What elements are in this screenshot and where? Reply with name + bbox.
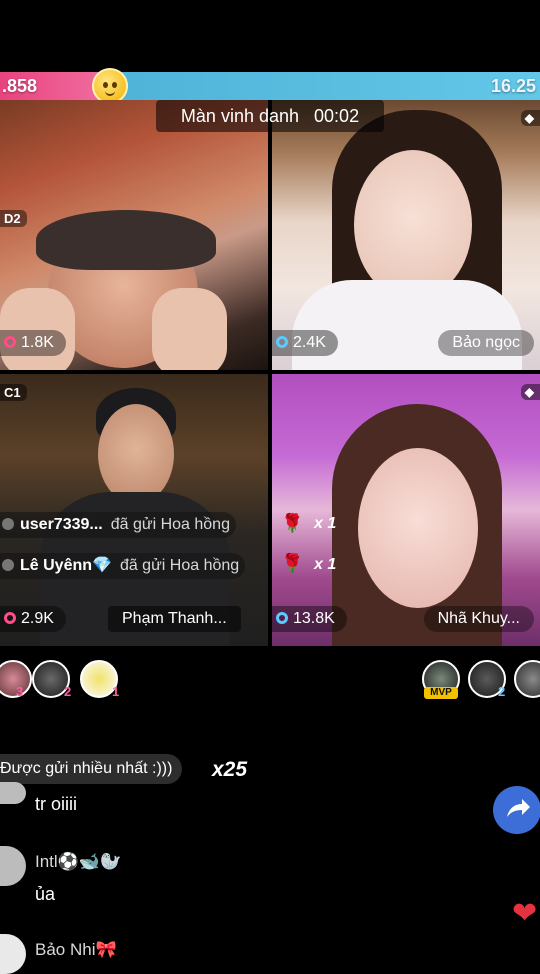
rose-icon: 🌹 (281, 513, 304, 533)
battle-score-bar: .858 16.25 (0, 68, 540, 104)
tile-viewer-count: 2.9K (0, 606, 66, 632)
top-gifter-avatar[interactable] (514, 660, 540, 698)
gift-count: x 1 (314, 556, 337, 573)
guest-face-4 (358, 448, 478, 608)
tile-viewer-count: 1.8K (0, 330, 66, 356)
eye-icon (276, 336, 288, 348)
top-gifter-rank: 2 (498, 684, 506, 699)
mvp-badge: MVP (424, 687, 458, 699)
pk-icon (4, 336, 16, 348)
tile-rank-badge: D2 (0, 210, 27, 227)
most-gifted-count: x25 (212, 758, 248, 781)
chat-avatar[interactable] (0, 846, 26, 886)
pk-icon (4, 612, 16, 624)
guest-name[interactable]: Phạm Thanh... (108, 606, 241, 632)
guest-name[interactable]: Bảo ngọc (438, 330, 534, 356)
guest-name[interactable]: Nhã Khuy... (423, 606, 534, 632)
guest-face-3 (98, 404, 174, 504)
guest-video-tile-1[interactable]: D2 1.8K (0, 100, 268, 370)
gift-notification: user7339... đã gửi Hoa hồng (0, 512, 236, 538)
face-emoji-icon (92, 68, 128, 104)
honor-banner: Màn vinh danh 00:02 (156, 100, 384, 132)
guest-video-tile-3[interactable]: C1 2.9K Phạm Thanh... (0, 374, 268, 646)
chat-message: tr oiiii (35, 794, 78, 814)
eye-icon (276, 612, 288, 624)
tile-rank-badge: C1 (0, 384, 27, 401)
share-button[interactable] (493, 786, 540, 834)
tile-rank-badge: ◆ (520, 384, 540, 400)
guest-hand-right-1 (152, 288, 227, 370)
share-arrow-icon (507, 799, 530, 817)
honor-banner-label: Màn vinh danh (180, 106, 300, 126)
guest-hair-1 (36, 210, 216, 270)
guest-video-tile-2[interactable]: ◆ 2.4K Bảo ngọc (272, 100, 540, 370)
rose-icon: 🌹 (281, 553, 304, 573)
top-gifter-rank: 1 (112, 684, 120, 699)
honor-timer: 00:02 (314, 106, 360, 126)
chat-username[interactable]: Intl⚽🐋🦭 (35, 852, 121, 872)
user-avatar-icon (2, 559, 14, 571)
gift-notification: Lê Uyênn💎 đã gửi Hoa hồng (0, 553, 246, 579)
heart-icon[interactable]: ❤ (512, 896, 537, 931)
chat-username[interactable]: Bảo Nhi🎀 (35, 940, 117, 960)
gift-count: x 1 (314, 515, 337, 532)
tile-viewer-count: 13.8K (272, 606, 347, 632)
tile-viewer-count: 2.4K (272, 330, 338, 356)
tile-rank-badge: ◆ (520, 110, 540, 126)
top-gifter-rank: 3 (16, 684, 24, 699)
guest-video-tile-4[interactable]: ◆ 13.8K Nhã Khuy... (272, 374, 540, 646)
left-team-score: .858 (2, 76, 38, 96)
right-score-fill (108, 72, 540, 100)
guest-face-2 (354, 150, 472, 300)
most-gifted-toast: Được gửi nhiều nhất :))) (0, 754, 183, 784)
chat-avatar[interactable] (0, 934, 26, 974)
guest-hand-left-1 (0, 288, 75, 370)
right-team-score: 16.25 (490, 76, 536, 96)
guest-shirt-2 (292, 280, 522, 370)
chat-message: ủa (35, 884, 56, 904)
chat-avatar[interactable] (0, 782, 26, 804)
user-avatar-icon (2, 518, 14, 530)
top-gifter-rank: 2 (64, 684, 72, 699)
